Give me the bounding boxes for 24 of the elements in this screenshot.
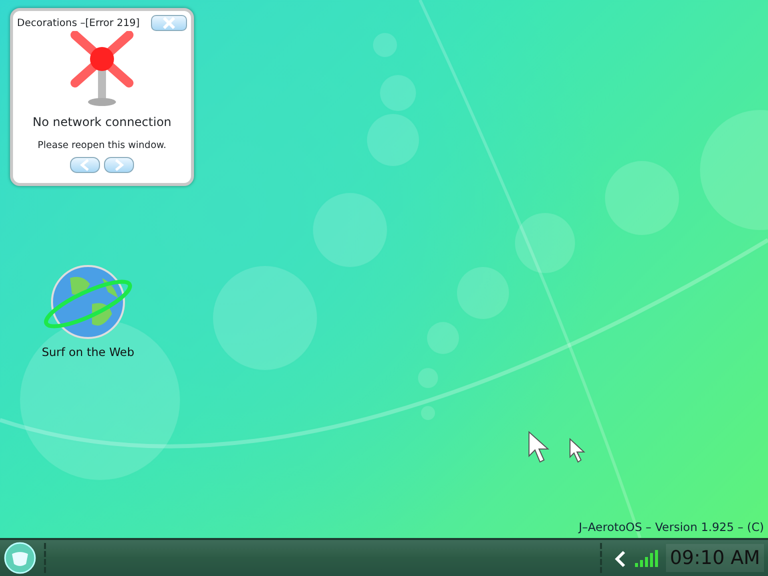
bokeh-circle	[421, 406, 435, 420]
hint-text: Please reopen this window.	[38, 139, 166, 153]
close-icon	[162, 17, 176, 29]
bokeh-circle	[457, 267, 509, 319]
chevron-right-icon	[114, 159, 124, 172]
icon-label: Surf on the Web	[42, 344, 134, 361]
bokeh-circle	[515, 213, 575, 273]
bokeh-circle	[427, 322, 459, 354]
close-button[interactable]	[151, 15, 187, 31]
signal-icon[interactable]	[634, 549, 658, 567]
chevron-left-icon	[80, 159, 90, 172]
bokeh-circle	[367, 114, 419, 166]
bokeh-circle	[373, 33, 397, 57]
bokeh-circle	[380, 75, 416, 111]
bokeh-circle	[418, 368, 438, 388]
clock[interactable]: 09:10 AM	[666, 544, 764, 572]
version-text: J–AerotoOS – Version 1.925 – (C)	[578, 518, 764, 536]
chevron-left-icon	[614, 550, 626, 568]
start-button[interactable]	[4, 542, 36, 574]
error-message: No network connection	[32, 114, 172, 131]
window-title: Decorations –[Error 219]	[17, 16, 140, 30]
globe-icon[interactable]	[42, 264, 134, 340]
next-button[interactable]	[104, 157, 134, 174]
previous-button[interactable]	[70, 157, 100, 174]
